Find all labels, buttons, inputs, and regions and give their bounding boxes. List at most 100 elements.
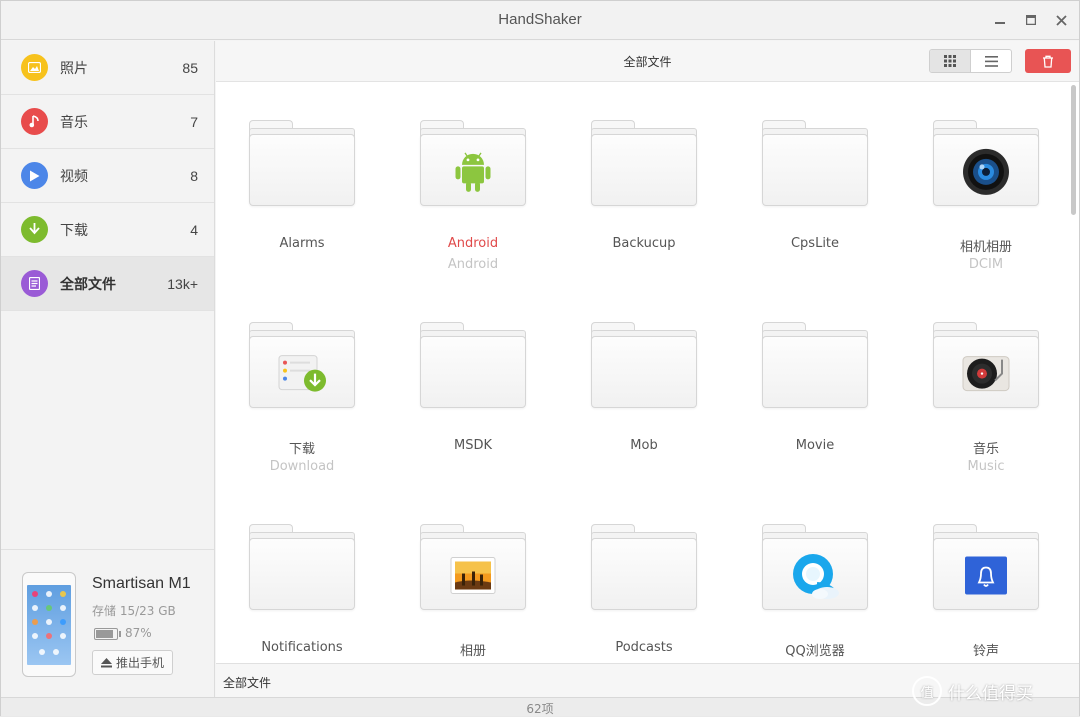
minimize-icon bbox=[995, 22, 1005, 24]
folder-icon bbox=[420, 524, 526, 610]
grid-view-button[interactable] bbox=[930, 50, 971, 72]
sidebar-item-video[interactable]: 视频 8 bbox=[1, 149, 214, 203]
folder-name: 音乐 bbox=[972, 442, 999, 457]
folder-name: 相册 bbox=[459, 644, 486, 659]
file-grid: Alarms Android Android Backucup CpsLite 相机相册 D… bbox=[216, 82, 1066, 662]
eject-phone-button[interactable]: 推出手机 bbox=[92, 650, 173, 675]
folder-tile[interactable]: CpsLite bbox=[729, 82, 901, 272]
folder-subtitle: DCIM bbox=[968, 257, 1004, 272]
download-icon bbox=[21, 216, 48, 243]
device-panel: Smartisan M1 存储 15/23 GB 87% 推出手机 bbox=[1, 549, 214, 697]
battery-level: 87% bbox=[125, 626, 152, 640]
folder-tile[interactable]: Movie bbox=[729, 284, 901, 474]
close-button[interactable] bbox=[1052, 11, 1070, 29]
record-player-icon bbox=[962, 354, 1010, 394]
maximize-icon bbox=[1026, 15, 1036, 25]
files-icon bbox=[21, 270, 48, 297]
toolbar: 全部文件 bbox=[216, 41, 1079, 82]
download-folder-icon bbox=[277, 354, 327, 394]
scrollbar[interactable] bbox=[1071, 85, 1076, 215]
folder-icon bbox=[420, 322, 526, 408]
maximize-button[interactable] bbox=[1022, 11, 1040, 29]
category-list: 照片 85 音乐 7 视频 8 下载 4 全部文件 13k+ bbox=[1, 41, 214, 311]
folder-icon bbox=[762, 322, 868, 408]
folder-icon bbox=[933, 120, 1039, 206]
folder-name: 下载 bbox=[288, 442, 315, 457]
folder-icon bbox=[933, 322, 1039, 408]
folder-tile[interactable]: 下载 Download bbox=[216, 284, 388, 474]
list-view-button[interactable] bbox=[971, 50, 1011, 72]
watermark: 值 什么值得买 bbox=[912, 676, 1033, 706]
sidebar-item-label: 照片 bbox=[60, 60, 88, 77]
folder-tile[interactable]: Mob bbox=[558, 284, 730, 474]
folder-name: Mob bbox=[630, 438, 658, 453]
folder-tile[interactable]: Notifications bbox=[216, 486, 388, 662]
camera-icon bbox=[962, 148, 1010, 196]
sidebar-item-count: 7 bbox=[190, 113, 198, 130]
folder-name: MSDK bbox=[453, 438, 492, 453]
video-icon bbox=[21, 162, 48, 189]
folder-icon bbox=[591, 322, 697, 408]
device-storage: 存储 15/23 GB bbox=[92, 604, 176, 618]
minimize-button[interactable] bbox=[991, 11, 1009, 29]
photo-album-icon bbox=[450, 557, 496, 595]
qq-browser-icon bbox=[787, 551, 843, 601]
grid-icon bbox=[944, 55, 956, 67]
folder-tile[interactable]: Android Android bbox=[387, 82, 559, 272]
folder-name: Movie bbox=[795, 438, 835, 453]
sidebar-item-label: 视频 bbox=[60, 168, 88, 185]
file-browser: 全部文件 Alarms Android Android Backucup CpsLite… bbox=[216, 41, 1079, 697]
folder-name: 铃声 bbox=[972, 644, 999, 659]
music-icon bbox=[21, 108, 48, 135]
eject-label: 推出手机 bbox=[115, 656, 164, 670]
sidebar-item-label: 全部文件 bbox=[60, 276, 116, 293]
folder-tile[interactable]: MSDK bbox=[387, 284, 559, 474]
sidebar-item-label: 音乐 bbox=[60, 114, 88, 131]
folder-icon bbox=[762, 120, 868, 206]
bell-icon bbox=[965, 556, 1007, 595]
list-icon bbox=[984, 55, 998, 67]
folder-tile[interactable]: Alarms bbox=[216, 82, 388, 272]
view-toggle bbox=[929, 49, 1012, 73]
folder-tile[interactable]: 铃声 bbox=[900, 486, 1066, 662]
folder-name: Backucup bbox=[612, 236, 676, 251]
folder-icon bbox=[762, 524, 868, 610]
watermark-logo-icon: 值 bbox=[912, 676, 942, 706]
folder-icon bbox=[420, 120, 526, 206]
sidebar-item-count: 4 bbox=[190, 221, 198, 238]
device-name: Smartisan M1 bbox=[92, 575, 191, 592]
folder-icon bbox=[249, 524, 355, 610]
sidebar-item-count: 13k+ bbox=[167, 275, 198, 292]
folder-tile[interactable]: 相机相册 DCIM bbox=[900, 82, 1066, 272]
folder-subtitle: Music bbox=[967, 459, 1005, 474]
close-icon bbox=[1055, 14, 1067, 26]
folder-icon bbox=[249, 322, 355, 408]
folder-tile[interactable]: Backucup bbox=[558, 82, 730, 272]
android-icon bbox=[454, 149, 492, 195]
folder-tile[interactable]: QQ浏览器 bbox=[729, 486, 901, 662]
folder-icon bbox=[591, 524, 697, 610]
eject-icon bbox=[100, 657, 112, 667]
app-window: HandShaker 照片 85 音乐 7 视频 8 下载 4 全部文件 13k+ bbox=[0, 0, 1080, 716]
folder-name: CpsLite bbox=[790, 236, 840, 251]
sidebar-item-music[interactable]: 音乐 7 bbox=[1, 95, 214, 149]
folder-icon bbox=[933, 524, 1039, 610]
title-bar[interactable]: HandShaker bbox=[1, 1, 1079, 40]
sidebar-item-download[interactable]: 下载 4 bbox=[1, 203, 214, 257]
folder-name: 相机相册 bbox=[959, 240, 1012, 255]
sidebar-item-photo[interactable]: 照片 85 bbox=[1, 41, 214, 95]
current-path[interactable]: 全部文件 bbox=[223, 674, 271, 691]
folder-tile[interactable]: 音乐 Music bbox=[900, 284, 1066, 474]
folder-tile[interactable]: 相册 bbox=[387, 486, 559, 662]
folder-subtitle: Android bbox=[447, 257, 499, 272]
folder-name: Podcasts bbox=[615, 640, 673, 655]
phone-image bbox=[22, 572, 76, 677]
folder-subtitle: Download bbox=[269, 459, 335, 474]
folder-tile[interactable]: Podcasts bbox=[558, 486, 730, 662]
sidebar-item-count: 85 bbox=[182, 59, 198, 76]
folder-name: Notifications bbox=[261, 640, 343, 655]
sidebar-item-files[interactable]: 全部文件 13k+ bbox=[1, 257, 214, 311]
delete-button[interactable] bbox=[1025, 49, 1071, 73]
folder-icon bbox=[249, 120, 355, 206]
watermark-text: 什么值得买 bbox=[948, 683, 1033, 704]
